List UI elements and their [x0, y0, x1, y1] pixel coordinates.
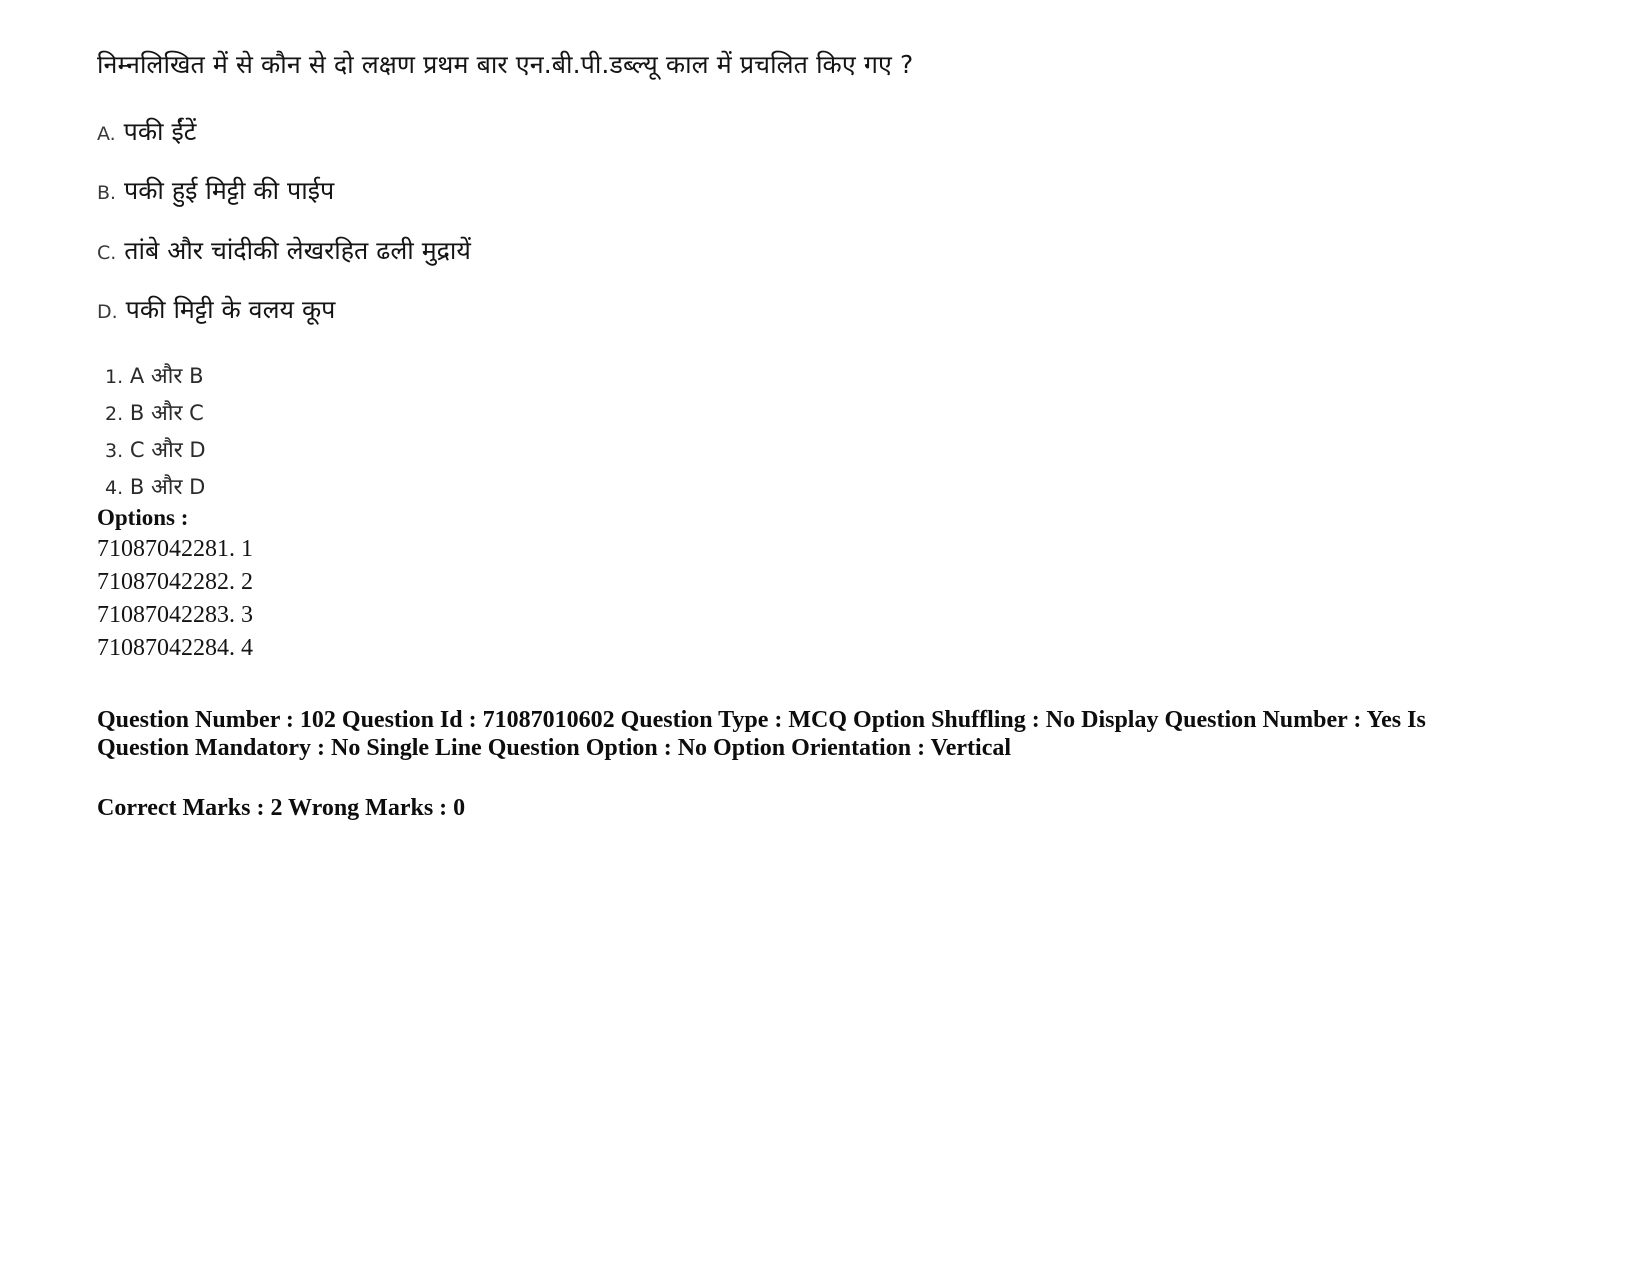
answer-choice-2-number: 2. — [105, 403, 124, 425]
statement-b: B. पकी हुई मिट्टी की पाईप — [97, 175, 334, 208]
answer-choice-4-left: B — [129, 475, 145, 499]
answer-choice-3-number: 3. — [105, 440, 124, 462]
question-metadata-line-2: Correct Marks : 2 Wrong Marks : 0 — [97, 795, 466, 821]
answer-choice-2-right: C — [189, 401, 204, 425]
answer-choice-list: 1. A और B 2. B और C 3. C और D 4. B और D — [105, 358, 206, 506]
answer-choice-4-number: 4. — [105, 477, 124, 499]
answer-choice-2-conjunction: और — [150, 401, 183, 426]
question-metadata-line-1: Question Number : 102 Question Id : 7108… — [97, 707, 1426, 761]
answer-choice-1-left: A — [129, 364, 145, 388]
question-page: निम्नलिखित में से कौन से दो लक्षण प्रथम … — [0, 0, 1650, 1275]
answer-choice-3-conjunction: और — [151, 438, 183, 463]
option-id-row-2: 71087042282. 2 — [97, 569, 253, 595]
question-stem: निम्नलिखित में से कौन से दो लक्षण प्रथम … — [97, 50, 914, 79]
statement-c-text: तांबे और चांदीकी लेखरहित ढली मुद्रायें — [124, 236, 471, 265]
answer-choice-4-right: D — [189, 475, 206, 499]
statement-d-letter: D. — [97, 301, 118, 323]
statement-d-text: पकी मिट्टी के वलय कूप — [125, 295, 336, 324]
answer-choice-2[interactable]: 2. B और C — [105, 395, 206, 432]
question-metadata: Question Number : 102 Question Id : 7108… — [97, 706, 1437, 822]
option-id-row-1: 71087042281. 1 — [97, 536, 253, 562]
question-content: निम्नलिखित में से कौन से दो लक्षण प्रथम … — [97, 48, 1557, 821]
statement-b-letter: B. — [97, 182, 117, 204]
answer-choice-1[interactable]: 1. A और B — [105, 358, 206, 395]
option-id-row-3: 71087042283. 3 — [97, 602, 253, 628]
options-heading: Options : — [97, 505, 189, 530]
answer-choice-2-left: B — [129, 401, 145, 425]
statement-d: D. पकी मिट्टी के वलय कूप — [97, 294, 335, 327]
answer-choice-1-right: B — [189, 364, 204, 388]
answer-choice-4-conjunction: और — [150, 475, 183, 500]
statement-a-letter: A. — [97, 123, 116, 145]
statement-c-letter: C. — [97, 242, 117, 264]
statement-c: C. तांबे और चांदीकी लेखरहित ढली मुद्राये… — [97, 235, 471, 268]
answer-choice-1-conjunction: और — [150, 364, 183, 389]
answer-choice-3-right: D — [189, 438, 206, 462]
answer-choice-1-number: 1. — [105, 366, 124, 388]
statement-a-text: पकी ईंटें — [123, 117, 197, 146]
statement-b-text: पकी हुई मिट्टी की पाईप — [124, 176, 335, 205]
options-block: Options : 71087042281. 1 71087042282. 2 … — [97, 503, 253, 665]
answer-choice-3[interactable]: 3. C और D — [105, 432, 206, 469]
answer-choice-3-left: C — [129, 438, 145, 462]
option-id-row-4: 71087042284. 4 — [97, 635, 253, 661]
statement-a: A. पकी ईंटें — [97, 116, 196, 149]
answer-choice-4[interactable]: 4. B और D — [105, 469, 206, 506]
